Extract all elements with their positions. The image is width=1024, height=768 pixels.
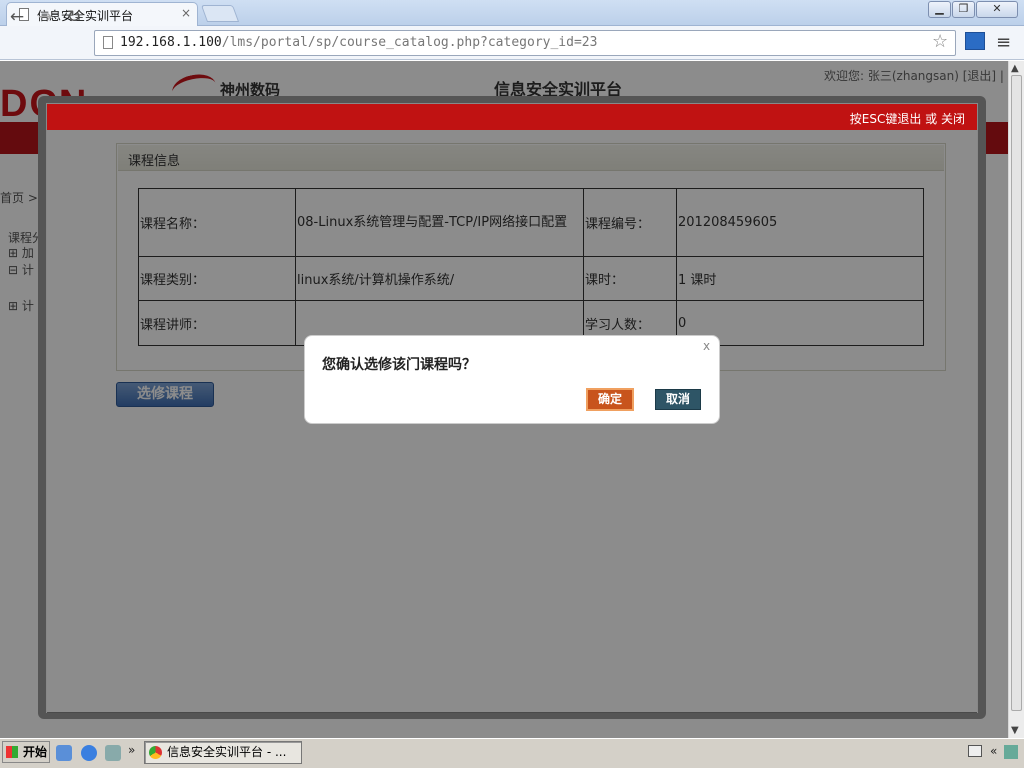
confirm-cancel-button[interactable]: 取消 [655, 389, 701, 410]
chrome-icon [149, 746, 162, 759]
media-icon[interactable] [105, 745, 121, 761]
scroll-down-icon[interactable]: ▼ [1011, 725, 1019, 736]
scroll-thumb[interactable] [1011, 75, 1022, 711]
task-label: 信息安全实训平台 - ... [167, 745, 287, 759]
menu-icon[interactable]: ≡ [996, 32, 1011, 53]
extension-icon[interactable] [965, 32, 985, 50]
address-bar[interactable]: 192.168.1.100/lms/portal/sp/course_catal… [94, 30, 956, 56]
forward-arrow-icon[interactable]: → [34, 6, 56, 28]
maximize-button[interactable]: ❐ [952, 1, 975, 18]
internet-explorer-icon[interactable] [81, 745, 97, 761]
show-desktop-icon[interactable] [56, 745, 72, 761]
system-tray: « [962, 741, 1024, 764]
taskbar-chrome-task[interactable]: 信息安全实训平台 - ... [144, 741, 302, 764]
url-text: 192.168.1.100/lms/portal/sp/course_catal… [120, 35, 597, 50]
scroll-up-icon[interactable]: ▲ [1011, 63, 1019, 74]
modal-close-hint[interactable]: 按ESC键退出 或 关闭 [850, 110, 965, 127]
reload-icon[interactable]: ↻ [63, 6, 85, 28]
tray-expand-icon[interactable]: « [990, 744, 997, 758]
url-host: 192.168.1.100 [120, 35, 222, 50]
bookmark-star-icon[interactable]: ☆ [932, 31, 948, 52]
quicklaunch-more-icon[interactable]: » [128, 743, 135, 757]
windows-logo-icon [6, 746, 18, 758]
back-arrow-icon[interactable]: ← [6, 6, 28, 28]
start-button[interactable]: 开始 [2, 741, 50, 763]
close-window-button[interactable]: ✕ [976, 1, 1018, 18]
confirm-dialog: 您确认选修该门课程吗？ x [304, 335, 720, 424]
new-tab-button[interactable] [200, 5, 240, 22]
dialog-close-icon[interactable]: x [703, 339, 710, 353]
start-label: 开始 [23, 745, 48, 759]
keyboard-icon[interactable] [968, 745, 982, 757]
network-icon[interactable] [1004, 745, 1018, 759]
page-scrollbar[interactable]: ▲ ▼ [1008, 61, 1024, 738]
tab-close-icon[interactable]: × [181, 6, 191, 20]
confirm-ok-button[interactable]: 确定 [586, 388, 634, 411]
modal-header: 按ESC键退出 或 关闭 [47, 104, 977, 130]
url-path: /lms/portal/sp/course_catalog.php?catego… [221, 35, 598, 50]
confirm-question: 您确认选修该门课程吗？ [322, 357, 476, 373]
page-icon [103, 36, 113, 49]
minimize-button[interactable]: ▁ [928, 1, 951, 18]
